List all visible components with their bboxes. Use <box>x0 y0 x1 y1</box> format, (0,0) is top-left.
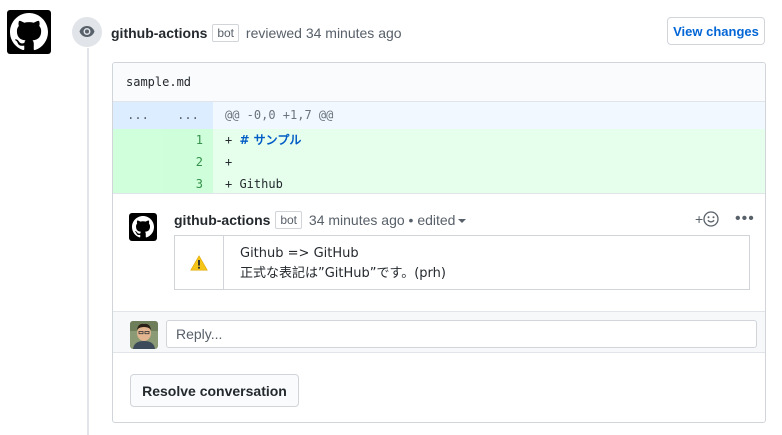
separator-dot: • <box>408 212 414 228</box>
old-line-number <box>113 151 163 173</box>
diff-prefix: + <box>225 155 233 169</box>
comment-time-link[interactable]: 34 minutes ago <box>309 212 405 228</box>
hunk-header-text: @@ -0,0 +1,7 @@ <box>225 108 334 122</box>
comment-line-2: 正式な表記は”GitHub”です。(prh) <box>240 266 446 281</box>
caret-down-icon <box>458 219 467 223</box>
review-author-link[interactable]: github-actions <box>111 25 207 41</box>
diff-code: + # サンプル <box>213 129 301 151</box>
bot-label: bot <box>212 24 240 42</box>
resolve-conversation-button[interactable]: Resolve conversation <box>130 374 299 407</box>
hunk-expand-left[interactable]: ... <box>113 102 163 129</box>
file-header: sample.md <box>113 63 765 102</box>
new-line-number[interactable]: 3 <box>163 173 213 193</box>
diff-heading-text: # サンプル <box>239 133 302 147</box>
more-options-button[interactable]: ••• <box>735 211 755 227</box>
diff-text: Github <box>239 177 283 191</box>
diff-line: 2 + <box>113 151 765 173</box>
diff-code: + <box>213 151 232 173</box>
divider <box>113 193 765 194</box>
user-photo-icon <box>130 321 158 349</box>
comment-author-link[interactable]: github-actions <box>174 212 270 228</box>
new-line-number[interactable]: 1 <box>163 129 213 151</box>
comment-text: Github => GitHub 正式な表記は”GitHub”です。(prh) <box>224 236 446 289</box>
old-line-number <box>113 173 163 193</box>
edited-dropdown[interactable]: edited <box>417 212 467 228</box>
diff-code: + Github <box>213 173 283 193</box>
review-thread-card: sample.md ... ... @@ -0,0 +1,7 @@ 1 + # … <box>112 62 766 423</box>
diff-prefix: + <box>225 133 240 147</box>
view-changes-button[interactable]: View changes <box>667 17 765 45</box>
new-line-number[interactable]: 2 <box>163 151 213 173</box>
add-reaction-button[interactable]: + <box>695 211 719 227</box>
github-logo-icon <box>10 13 48 51</box>
diff-line: 3 + Github <box>113 173 765 193</box>
warning-icon <box>190 254 208 270</box>
hunk-expand-right[interactable]: ... <box>163 102 213 129</box>
reply-input[interactable]: Reply... <box>166 320 757 348</box>
diff-prefix: + <box>225 177 240 191</box>
timeline-line <box>87 48 89 435</box>
github-logo-icon <box>132 216 154 238</box>
old-line-number <box>113 129 163 151</box>
comment-header: github-actions bot 34 minutes ago • edit… <box>174 211 467 229</box>
bot-label: bot <box>275 211 303 229</box>
edited-label: edited <box>417 212 456 228</box>
current-user-avatar[interactable] <box>130 321 158 349</box>
review-badge <box>72 17 102 47</box>
file-name[interactable]: sample.md <box>126 75 191 89</box>
diff-line: 1 + # サンプル <box>113 129 765 151</box>
plus-label: + <box>695 211 704 227</box>
review-action-text: reviewed 34 minutes ago <box>245 25 402 41</box>
warning-cell <box>175 236 224 289</box>
eye-icon <box>79 26 95 37</box>
comment-author-avatar[interactable] <box>129 213 157 241</box>
review-header: github-actions bot reviewed 34 minutes a… <box>111 24 402 42</box>
smiley-icon <box>703 211 719 227</box>
hunk-header-row: ... ... @@ -0,0 +1,7 @@ <box>113 102 765 129</box>
comment-line-1: Github => GitHub <box>240 246 359 261</box>
github-actions-avatar[interactable] <box>7 10 51 54</box>
comment-body: Github => GitHub 正式な表記は”GitHub”です。(prh) <box>174 235 750 290</box>
